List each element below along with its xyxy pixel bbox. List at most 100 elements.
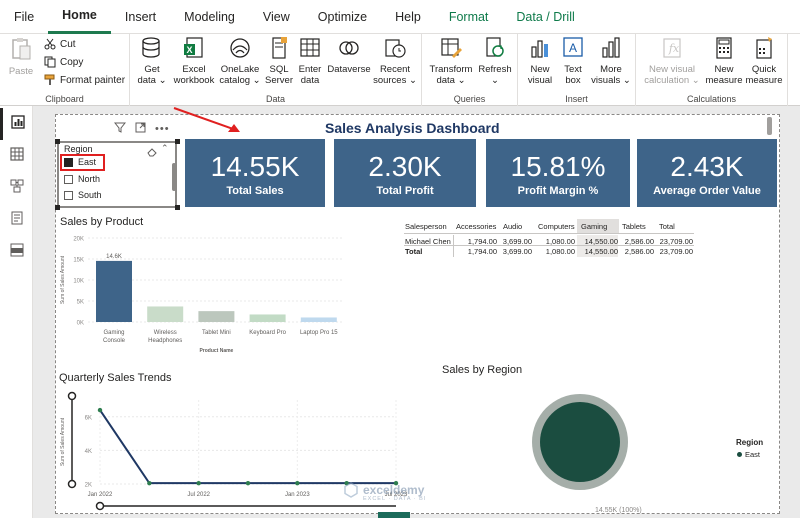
slicer-option-south[interactable]: South	[64, 190, 102, 200]
x-tick-label: Gaming	[103, 330, 124, 336]
insert-group: New visual A Text box More visuals ⌄ Ins…	[518, 34, 636, 106]
filter-icon[interactable]	[113, 120, 127, 138]
new-visual-button[interactable]: New visual	[522, 36, 558, 86]
format-painter-label: Format painter	[60, 74, 126, 86]
checkbox-checked[interactable]	[64, 157, 73, 167]
sales-by-product-chart[interactable]: 0K 5K 10K 15K 20K Sum of Sales Amount 14.6K Gam…	[58, 230, 358, 358]
focus-mode-icon[interactable]	[135, 120, 146, 138]
cut-label: Cut	[60, 38, 76, 50]
recent-sources-label-1: Recent	[379, 64, 411, 75]
eraser-icon[interactable]	[147, 144, 157, 162]
more-visuals-label-2: visuals ⌄	[591, 75, 631, 86]
matrix-cell: 3,699.00	[502, 237, 532, 246]
enter-data-button[interactable]: Enter data	[294, 36, 326, 86]
kpi-total-sales[interactable]: 14.55K Total Sales	[185, 139, 325, 207]
resize-handle[interactable]	[55, 139, 60, 144]
kpi-value: 2.43K	[670, 151, 744, 182]
y-tick-label: 0K	[77, 321, 84, 327]
calculator-icon	[713, 36, 735, 59]
slicer-scrollbar[interactable]	[172, 163, 176, 191]
menu-help[interactable]: Help	[381, 0, 435, 34]
bar	[147, 306, 184, 322]
tmdl-view-button[interactable]	[0, 236, 33, 268]
y-tick-label: 20K	[73, 237, 84, 243]
menu-modeling[interactable]: Modeling	[170, 0, 249, 34]
kpi-average-order-value[interactable]: 2.43K Average Order Value	[637, 139, 777, 207]
sql-server-button[interactable]: SQL Server	[264, 36, 294, 86]
donut-slice	[540, 402, 620, 482]
matrix-header: Accessories	[456, 222, 497, 231]
transform-label-2: data ⌄	[436, 75, 466, 86]
transform-label-1: Transform	[429, 64, 473, 75]
more-options-icon[interactable]: •••	[155, 123, 170, 135]
menu-data-drill[interactable]: Data / Drill	[502, 0, 588, 34]
model-view-button[interactable]	[0, 172, 33, 204]
slicer-option-east[interactable]: East	[64, 157, 96, 167]
kpi-profit-margin[interactable]: 15.81% Profit Margin %	[486, 139, 630, 207]
copy-button[interactable]: Copy	[44, 56, 83, 68]
quick-measure-button[interactable]: Quick measure	[744, 36, 784, 86]
menu-insert[interactable]: Insert	[111, 0, 170, 34]
dax-query-view-button[interactable]	[0, 204, 33, 236]
matrix-cell: 1,794.00	[467, 247, 497, 256]
new-visual-calc-label-2: calculation ⌄	[644, 75, 700, 86]
format-painter-button[interactable]: Format painter	[44, 74, 125, 86]
bar	[198, 311, 235, 322]
menu-optimize[interactable]: Optimize	[304, 0, 381, 34]
more-visuals-button[interactable]: More visuals ⌄	[590, 36, 632, 86]
onelake-icon	[229, 36, 251, 58]
resize-handle[interactable]	[175, 139, 180, 144]
dataverse-button[interactable]: Dataverse	[326, 36, 372, 75]
sales-by-region-chart[interactable]	[530, 392, 630, 492]
report-view-button[interactable]	[0, 108, 33, 140]
x-tick-label: Headphones	[148, 338, 182, 344]
excel-workbook-button[interactable]: X Excel workbook	[172, 36, 216, 86]
checkbox[interactable]	[64, 190, 73, 200]
y-axis-label: Sum of Sales Amount	[60, 255, 66, 304]
transform-data-button[interactable]: Transform data ⌄	[426, 36, 476, 86]
new-measure-button[interactable]: New measure	[704, 36, 744, 86]
x-tick-label: Jan 2022	[88, 492, 113, 498]
canvas-scrollbar[interactable]	[767, 117, 772, 135]
page-tab-active[interactable]	[378, 512, 410, 518]
menu-bar: File Home Insert Modeling View Optimize …	[0, 0, 800, 34]
checkbox[interactable]	[64, 174, 73, 184]
refresh-button[interactable]: Refresh ⌄	[476, 36, 514, 86]
menu-home[interactable]: Home	[48, 0, 111, 34]
region-slicer[interactable]: Region ⌃ East North South	[57, 141, 177, 208]
queries-group-label: Queries	[453, 94, 486, 104]
matrix-header: Tablets	[622, 222, 646, 231]
recent-sources-button[interactable]: Recent sources ⌄	[372, 36, 418, 86]
bar-chart-icon	[529, 36, 551, 58]
slicer-option-north[interactable]: North	[64, 174, 100, 184]
resize-handle[interactable]	[55, 205, 60, 210]
menu-view[interactable]: View	[249, 0, 304, 34]
new-visual-calculation-button[interactable]: fx New visual calculation ⌄	[642, 36, 702, 86]
cut-button[interactable]: Cut	[44, 38, 76, 50]
onelake-label-1: OneLake	[220, 64, 260, 75]
get-data-button[interactable]: Get data ⌄	[134, 36, 170, 86]
watermark: exceldemy EXCEL · DATA · BI	[343, 482, 426, 503]
chevron-up-icon[interactable]: ⌃	[161, 143, 169, 154]
series-line	[99, 409, 396, 485]
dashboard-title: Sales Analysis Dashboard	[325, 120, 500, 136]
matrix-cell: 2,586.00	[624, 247, 654, 256]
dataverse-label: Dataverse	[327, 64, 371, 75]
bar	[96, 260, 132, 322]
watermark-brand: exceldemy	[363, 482, 425, 497]
tmdl-icon	[9, 243, 25, 262]
zoom-slider-handle	[67, 391, 77, 401]
clipboard-group-label: Clipboard	[45, 94, 84, 104]
resize-handle[interactable]	[175, 205, 180, 210]
kpi-total-profit[interactable]: 2.30K Total Profit	[334, 139, 476, 207]
onelake-catalog-button[interactable]: OneLake catalog ⌄	[216, 36, 264, 86]
table-view-button[interactable]	[0, 140, 33, 172]
text-box-button[interactable]: A Text box	[558, 36, 588, 86]
transform-icon	[440, 36, 462, 58]
refresh-dropdown: ⌄	[491, 75, 499, 86]
paste-button[interactable]: Paste	[6, 36, 36, 77]
menu-file[interactable]: File	[0, 0, 48, 34]
menu-format[interactable]: Format	[435, 0, 503, 34]
x-tick-label: Jul 2022	[187, 492, 210, 498]
kpi-value: 2.30K	[368, 151, 442, 182]
